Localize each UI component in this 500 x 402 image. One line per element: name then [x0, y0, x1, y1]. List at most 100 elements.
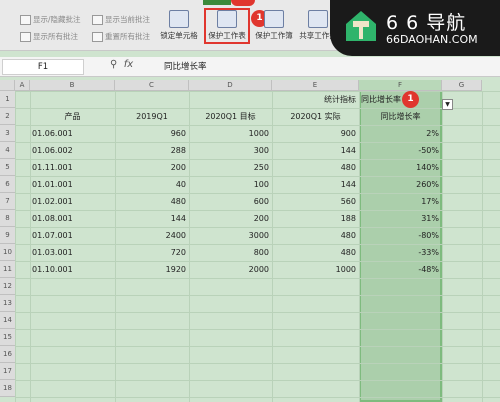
- workbook-icon: [264, 10, 284, 28]
- formula-input[interactable]: 同比增长率: [164, 60, 207, 72]
- zoom-icon[interactable]: ⚲: [110, 59, 117, 70]
- row-header-16[interactable]: 16: [0, 346, 15, 363]
- cell-f1-dropdown[interactable]: 同比增长率: [359, 91, 442, 108]
- table-cell[interactable]: 01.02.001: [30, 193, 115, 210]
- table-cell[interactable]: 1000: [189, 125, 272, 142]
- table-cell[interactable]: 3000: [189, 227, 272, 244]
- row-header-2[interactable]: 2: [0, 108, 15, 125]
- column-header-f[interactable]: F: [359, 80, 442, 91]
- site-watermark: 6 6 导航 66DAOHAN.COM: [330, 0, 500, 56]
- row-header-18[interactable]: 18: [0, 380, 15, 397]
- table-cell[interactable]: 144: [272, 142, 359, 159]
- table-cell[interactable]: 720: [115, 244, 189, 261]
- table-cell[interactable]: 480: [272, 159, 359, 176]
- table-cell[interactable]: 1920: [115, 261, 189, 278]
- row-header-12[interactable]: 12: [0, 278, 15, 295]
- table-cell[interactable]: 480: [272, 227, 359, 244]
- grid-vline: [482, 91, 483, 402]
- table-cell[interactable]: 01.07.001: [30, 227, 115, 244]
- table-cell[interactable]: 2%: [359, 125, 442, 142]
- row-header-13[interactable]: 13: [0, 295, 15, 312]
- show-hide-comment-button[interactable]: 显示/隐藏批注: [20, 14, 81, 26]
- table-cell[interactable]: -33%: [359, 244, 442, 261]
- header-2019q1[interactable]: 2019Q1: [115, 108, 189, 125]
- table-cell[interactable]: 01.01.001: [30, 176, 115, 193]
- row-header-7[interactable]: 7: [0, 193, 15, 210]
- comment-icon: [92, 32, 103, 42]
- header-product[interactable]: 产品: [30, 108, 115, 125]
- table-cell[interactable]: 288: [115, 142, 189, 159]
- row-header-10[interactable]: 10: [0, 244, 15, 261]
- show-all-comments-button[interactable]: 显示所有批注: [20, 31, 78, 43]
- header-yoy-growth[interactable]: 同比增长率: [359, 108, 442, 125]
- header-2020q1-actual[interactable]: 2020Q1 实际: [272, 108, 359, 125]
- row-header-17[interactable]: 17: [0, 363, 15, 380]
- house-logo-icon: [346, 11, 376, 41]
- row-header-4[interactable]: 4: [0, 142, 15, 159]
- table-cell[interactable]: 01.11.001: [30, 159, 115, 176]
- row-header-5[interactable]: 5: [0, 159, 15, 176]
- table-cell[interactable]: 2000: [189, 261, 272, 278]
- column-header-a[interactable]: A: [15, 80, 30, 91]
- table-cell[interactable]: 01.10.001: [30, 261, 115, 278]
- column-header-e[interactable]: E: [272, 80, 359, 91]
- row-header-8[interactable]: 8: [0, 210, 15, 227]
- table-cell[interactable]: -80%: [359, 227, 442, 244]
- table-cell[interactable]: 2400: [115, 227, 189, 244]
- table-cell[interactable]: 01.06.001: [30, 125, 115, 142]
- table-cell[interactable]: 300: [189, 142, 272, 159]
- row-header-15[interactable]: 15: [0, 329, 15, 346]
- table-cell[interactable]: 600: [189, 193, 272, 210]
- row-header-1[interactable]: 1: [0, 91, 15, 108]
- grid-hline: [15, 295, 500, 296]
- table-cell[interactable]: 480: [272, 244, 359, 261]
- table-cell[interactable]: 900: [272, 125, 359, 142]
- show-current-comment-button[interactable]: 显示当前批注: [92, 14, 150, 26]
- table-cell[interactable]: 800: [189, 244, 272, 261]
- row-header-14[interactable]: 14: [0, 312, 15, 329]
- table-cell[interactable]: 01.06.002: [30, 142, 115, 159]
- table-cell[interactable]: 200: [115, 159, 189, 176]
- table-cell[interactable]: -50%: [359, 142, 442, 159]
- row-header-9[interactable]: 9: [0, 227, 15, 244]
- table-cell[interactable]: -48%: [359, 261, 442, 278]
- table-cell[interactable]: 260%: [359, 176, 442, 193]
- corner-select-all[interactable]: [0, 80, 15, 91]
- table-cell[interactable]: 100: [189, 176, 272, 193]
- table-cell[interactable]: 480: [115, 193, 189, 210]
- spreadsheet-grid[interactable]: A B C D E F G 1 2 3 4 5 6 7 8 9 10 11 12 13 14 15 16 17 18 统计指标 同比…: [0, 80, 500, 402]
- cell-e1[interactable]: 统计指标: [272, 91, 359, 108]
- table-cell[interactable]: 560: [272, 193, 359, 210]
- column-header-c[interactable]: C: [115, 80, 189, 91]
- table-cell[interactable]: 140%: [359, 159, 442, 176]
- table-cell[interactable]: 01.08.001: [30, 210, 115, 227]
- table-cell[interactable]: 200: [189, 210, 272, 227]
- table-cell[interactable]: 250: [189, 159, 272, 176]
- active-tab-indicator: [203, 0, 231, 5]
- formula-icons: ⚲ fx: [110, 59, 133, 70]
- column-header-b[interactable]: B: [30, 80, 115, 91]
- table-cell[interactable]: 40: [115, 176, 189, 193]
- row-header-6[interactable]: 6: [0, 176, 15, 193]
- lock-icon: [169, 10, 189, 28]
- table-cell[interactable]: 144: [115, 210, 189, 227]
- protect-workbook-button[interactable]: 保护工作簿: [252, 10, 296, 46]
- fx-icon[interactable]: fx: [124, 59, 133, 70]
- lock-cell-button[interactable]: 锁定单元格: [157, 10, 201, 46]
- column-header-d[interactable]: D: [189, 80, 272, 91]
- table-cell[interactable]: 960: [115, 125, 189, 142]
- table-cell[interactable]: 144: [272, 176, 359, 193]
- protect-sheet-button[interactable]: 保护工作表: [204, 8, 250, 44]
- table-cell[interactable]: 188: [272, 210, 359, 227]
- column-header-g[interactable]: G: [442, 80, 482, 91]
- name-box[interactable]: F1: [2, 59, 84, 75]
- header-2020q1-target[interactable]: 2020Q1 目标: [189, 108, 272, 125]
- table-cell[interactable]: 17%: [359, 193, 442, 210]
- row-header-11[interactable]: 11: [0, 261, 15, 278]
- row-header-3[interactable]: 3: [0, 125, 15, 142]
- reset-comments-button[interactable]: 重置所有批注: [92, 31, 150, 43]
- table-cell[interactable]: 01.03.001: [30, 244, 115, 261]
- table-cell[interactable]: 31%: [359, 210, 442, 227]
- filter-dropdown-icon[interactable]: ▼: [442, 99, 453, 110]
- table-cell[interactable]: 1000: [272, 261, 359, 278]
